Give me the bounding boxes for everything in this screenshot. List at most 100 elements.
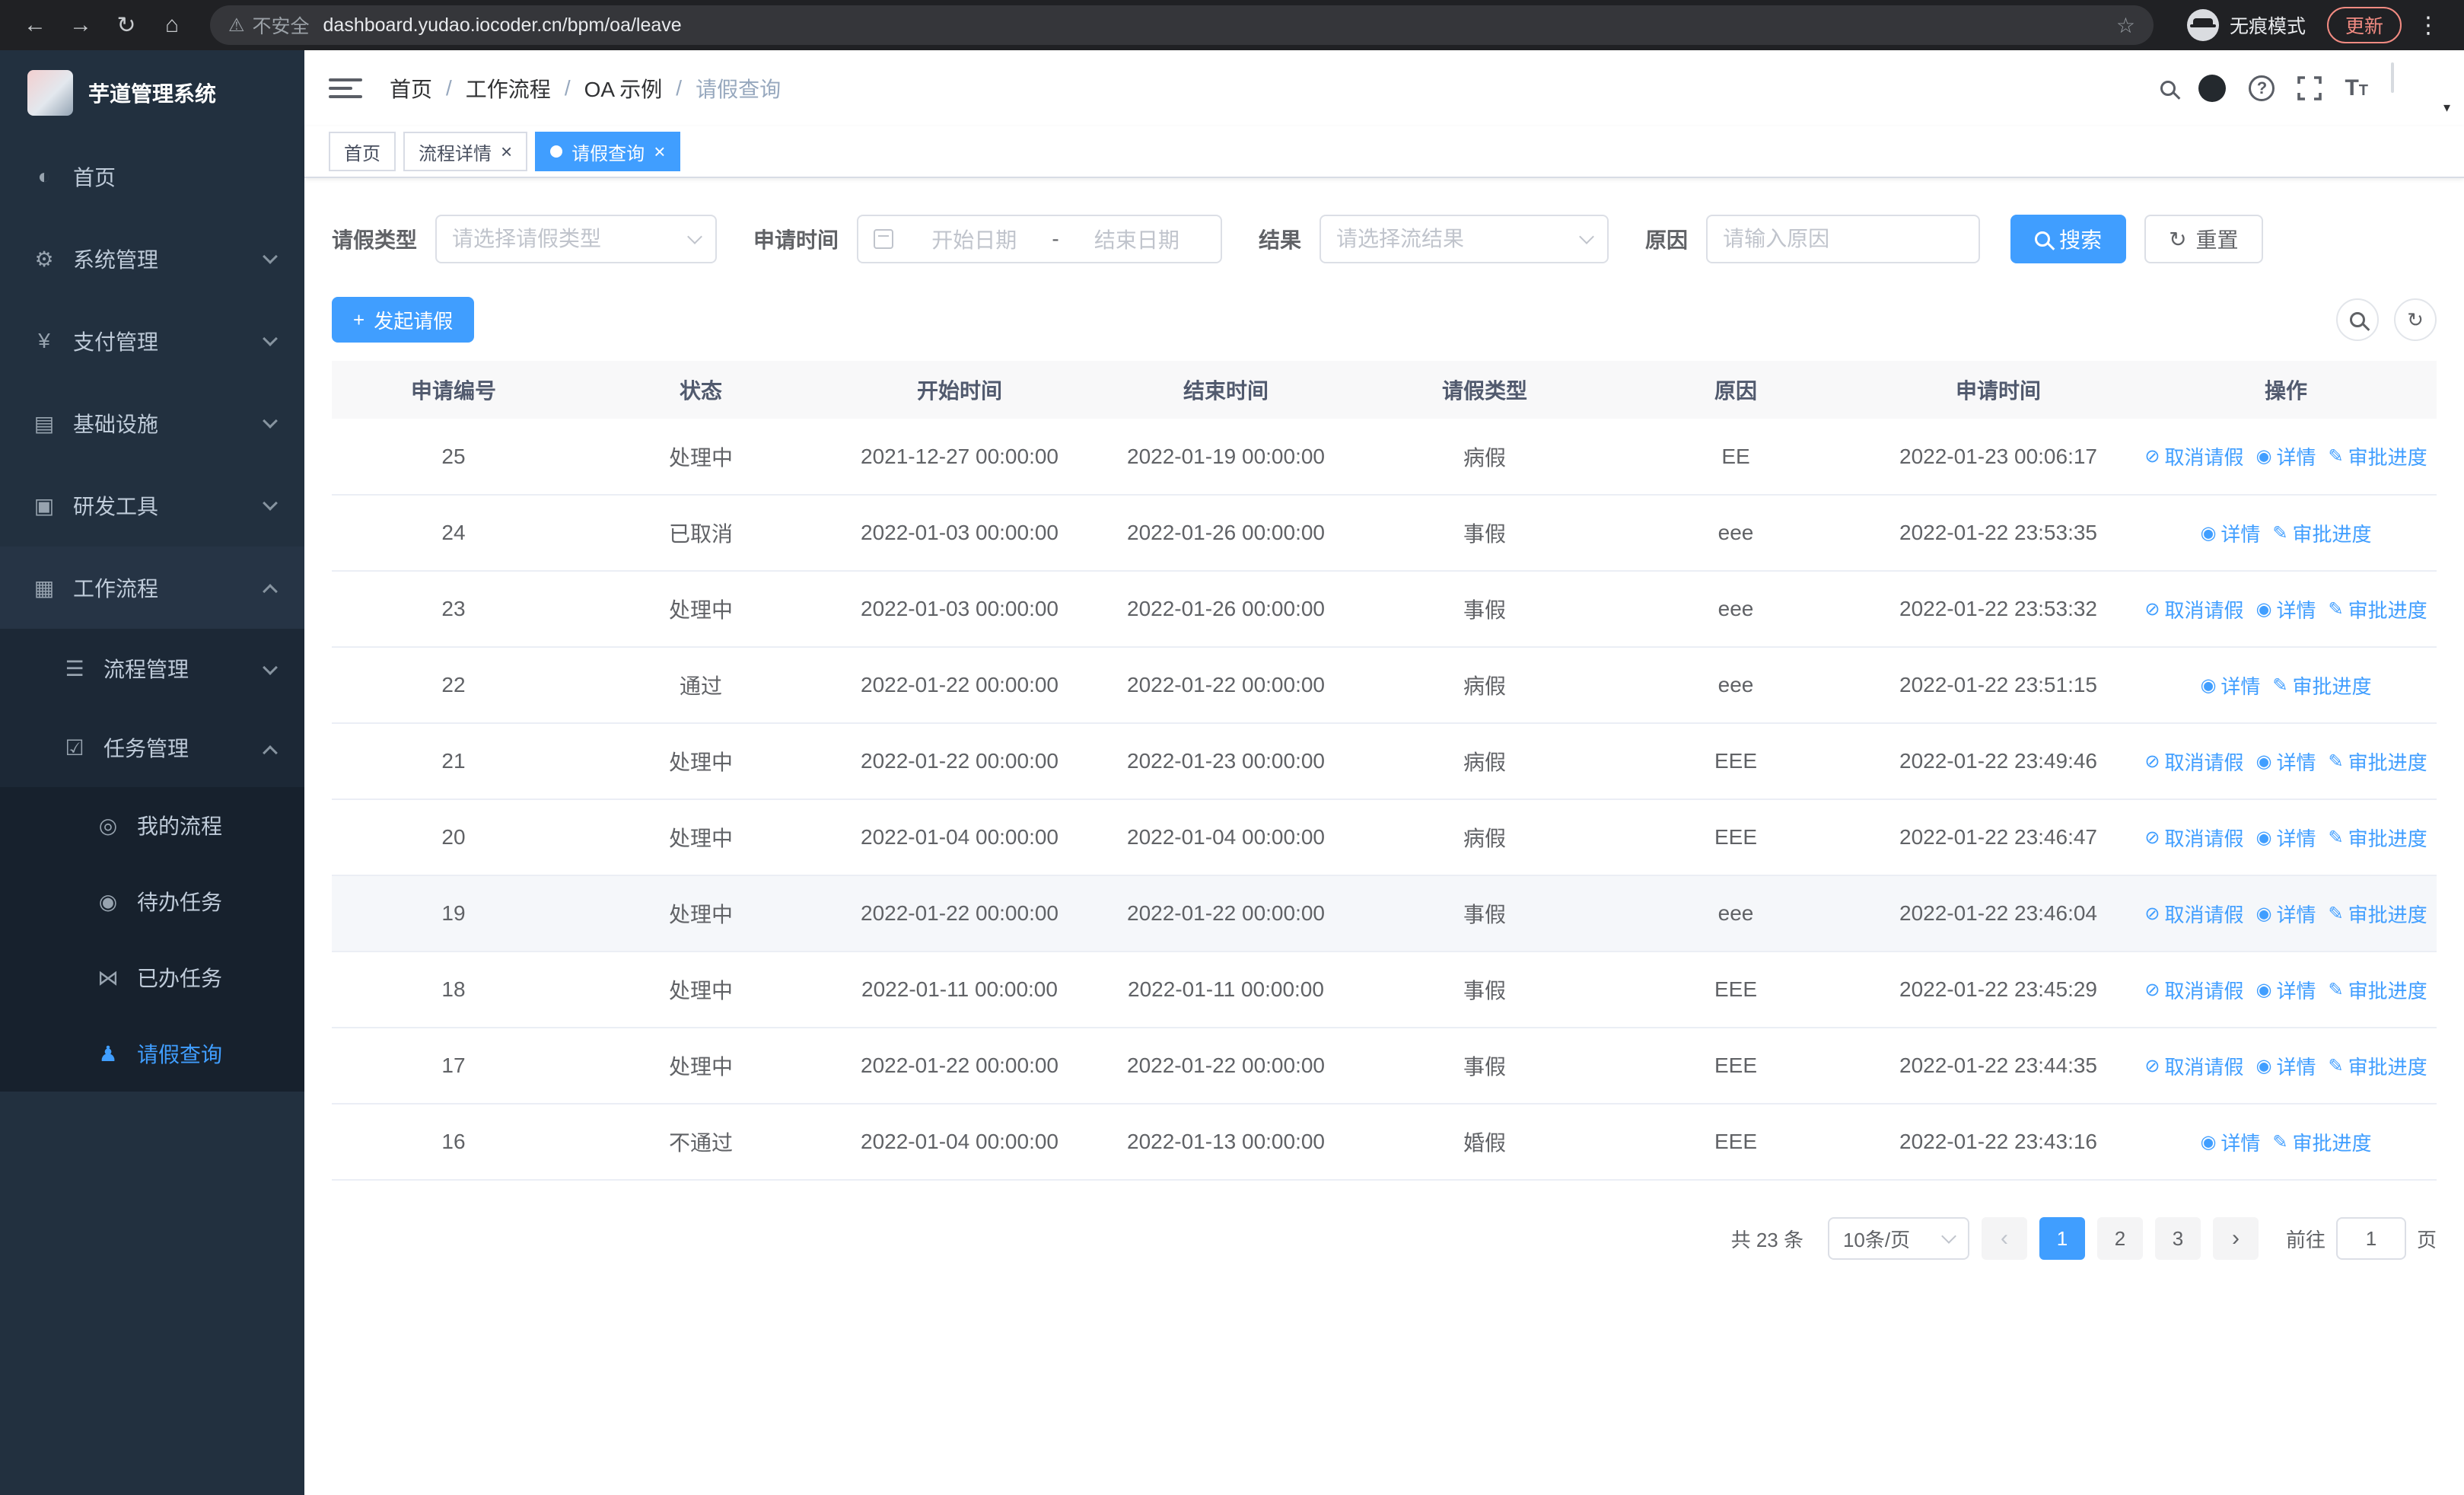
sidebar-item-my-process[interactable]: ◎ 我的流程: [0, 787, 304, 863]
tab-请假查询[interactable]: 请假查询 ×: [535, 132, 681, 171]
back-icon[interactable]: ←: [15, 5, 55, 45]
font-size-icon[interactable]: TT: [2345, 75, 2368, 101]
sidebar-item-leave-query[interactable]: ♟ 请假查询: [0, 1015, 304, 1092]
cancel-icon: ⊘: [2144, 598, 2160, 620]
github-icon[interactable]: [2198, 75, 2227, 102]
result-select[interactable]: [1320, 215, 1609, 263]
breadcrumb-item[interactable]: OA 示例: [584, 73, 663, 104]
cancel-leave-link[interactable]: ⊘ 取消请假: [2144, 976, 2243, 1004]
reason-field[interactable]: [1706, 215, 1981, 263]
approval-progress-link[interactable]: ✎ 审批进度: [2328, 976, 2427, 1004]
breadcrumb-separator: /: [676, 76, 683, 100]
page-button-1[interactable]: 1: [2039, 1217, 2085, 1260]
search-icon[interactable]: [2160, 81, 2176, 96]
page-size-select[interactable]: 10条/页: [1827, 1217, 1969, 1260]
create-leave-button[interactable]: + 发起请假: [332, 297, 475, 343]
approval-progress-link[interactable]: ✎ 审批进度: [2328, 748, 2427, 776]
cancel-leave-link[interactable]: ⊘ 取消请假: [2144, 442, 2243, 470]
sidebar-item-payment-management[interactable]: ¥ 支付管理: [0, 300, 304, 382]
address-bar[interactable]: ⚠ 不安全 dashboard.yudao.iocoder.cn/bpm/oa/…: [210, 5, 2154, 45]
refresh-table-button[interactable]: ↻: [2394, 298, 2437, 341]
sidebar-item-label: 工作流程: [73, 577, 159, 601]
reload-icon[interactable]: ↻: [107, 5, 146, 45]
end-date-placeholder[interactable]: 结束日期: [1068, 224, 1205, 254]
detail-link[interactable]: ◉ 详情: [2256, 900, 2316, 928]
help-icon[interactable]: ?: [2249, 75, 2275, 101]
approval-progress-link[interactable]: ✎ 审批进度: [2328, 824, 2427, 852]
sidebar-item-label: 待办任务: [137, 891, 223, 914]
detail-link[interactable]: ◉ 详情: [2256, 595, 2316, 623]
sidebar-item-todo-tasks[interactable]: ◉ 待办任务: [0, 863, 304, 939]
page-button-2[interactable]: 2: [2096, 1217, 2143, 1260]
cancel-leave-link[interactable]: ⊘ 取消请假: [2144, 824, 2243, 852]
page-button-3[interactable]: 3: [2154, 1217, 2201, 1260]
approval-progress-link[interactable]: ✎ 审批进度: [2328, 1052, 2427, 1080]
action-label: 审批进度: [2292, 522, 2372, 546]
app-logo-link[interactable]: 芋道管理系统: [0, 50, 304, 135]
sidebar-item-process-management[interactable]: ☰ 流程管理: [0, 629, 304, 708]
cancel-leave-link[interactable]: ⊘ 取消请假: [2144, 595, 2243, 623]
approval-progress-link[interactable]: ✎ 审批进度: [2328, 900, 2427, 928]
leave-type-select[interactable]: [435, 215, 718, 263]
leave-type-input[interactable]: [452, 227, 681, 251]
browser-menu-icon[interactable]: ⋮: [2408, 12, 2449, 39]
detail-link[interactable]: ◉ 详情: [2200, 671, 2260, 700]
security-chip[interactable]: ⚠ 不安全: [228, 11, 310, 39]
sidebar-item-task-management[interactable]: ☑ 任务管理: [0, 708, 304, 787]
start-date-placeholder[interactable]: 开始日期: [906, 224, 1043, 254]
goto-page-input[interactable]: [2335, 1217, 2406, 1260]
cancel-leave-link[interactable]: ⊘ 取消请假: [2144, 900, 2243, 928]
browser-update-button[interactable]: 更新: [2326, 7, 2402, 43]
sidebar-item-system-management[interactable]: ⚙ 系统管理: [0, 218, 304, 300]
next-page-button[interactable]: ›: [2212, 1217, 2259, 1260]
tab-流程详情[interactable]: 流程详情 ×: [403, 132, 528, 171]
sidebar-item-workflow[interactable]: ▦ 工作流程: [0, 547, 304, 629]
cancel-leave-link[interactable]: ⊘ 取消请假: [2144, 748, 2243, 776]
approval-progress-link[interactable]: ✎ 审批进度: [2328, 442, 2427, 470]
cancel-leave-link[interactable]: ⊘ 取消请假: [2144, 1052, 2243, 1080]
approval-progress-link[interactable]: ✎ 审批进度: [2272, 671, 2371, 700]
toggle-search-button[interactable]: [2336, 298, 2379, 341]
cell-id: 24: [332, 495, 575, 572]
search-button[interactable]: 搜索: [2010, 215, 2127, 263]
date-range-picker[interactable]: 开始日期 - 结束日期: [857, 215, 1223, 263]
detail-link[interactable]: ◉ 详情: [2256, 442, 2316, 470]
row-actions: ⊘ 取消请假 ◉ 详情 ✎ 审批进度: [2135, 824, 2437, 852]
action-label: 审批进度: [2348, 903, 2427, 926]
close-icon[interactable]: ×: [654, 142, 665, 161]
refresh-icon: ↻: [2169, 227, 2187, 251]
approval-progress-link[interactable]: ✎ 审批进度: [2328, 595, 2427, 623]
detail-link[interactable]: ◉ 详情: [2256, 748, 2316, 776]
sidebar-item-done-tasks[interactable]: ⋈ 已办任务: [0, 939, 304, 1015]
sidebar-item-infrastructure[interactable]: ▤ 基础设施: [0, 382, 304, 464]
cell-status: 处理中: [575, 1028, 826, 1105]
breadcrumb-item[interactable]: 工作流程: [466, 73, 551, 104]
breadcrumb: 首页 / 工作流程 / OA 示例 / 请假查询: [390, 73, 781, 104]
action-label: 取消请假: [2164, 979, 2244, 1003]
forward-icon[interactable]: →: [61, 5, 100, 45]
sidebar-item-home[interactable]: ◐ 首页: [0, 135, 304, 218]
fullscreen-icon[interactable]: [2297, 76, 2322, 100]
tab-首页[interactable]: 首页: [329, 132, 396, 171]
detail-link[interactable]: ◉ 详情: [2200, 519, 2260, 547]
prev-page-button[interactable]: ‹: [1981, 1217, 2027, 1260]
hamburger-icon[interactable]: [329, 78, 362, 98]
bookmark-star-icon[interactable]: ☆: [2116, 13, 2135, 38]
detail-link[interactable]: ◉ 详情: [2200, 1128, 2260, 1156]
reset-button[interactable]: ↻ 重置: [2144, 215, 2263, 263]
action-label: 取消请假: [2164, 903, 2244, 926]
detail-link[interactable]: ◉ 详情: [2256, 976, 2316, 1004]
detail-link[interactable]: ◉ 详情: [2256, 824, 2316, 852]
row-actions: ◉ 详情 ✎ 审批进度: [2135, 519, 2437, 547]
detail-link[interactable]: ◉ 详情: [2256, 1052, 2316, 1080]
approval-progress-link[interactable]: ✎ 审批进度: [2272, 1128, 2371, 1156]
close-icon[interactable]: ×: [501, 142, 512, 161]
approval-progress-link[interactable]: ✎ 审批进度: [2272, 519, 2371, 547]
result-input[interactable]: [1336, 227, 1573, 251]
user-avatar[interactable]: ▾: [2391, 62, 2450, 115]
reason-input[interactable]: [1723, 227, 1964, 251]
plus-icon: +: [353, 308, 365, 331]
sidebar-item-dev-tools[interactable]: ▣ 研发工具: [0, 464, 304, 547]
home-icon[interactable]: ⌂: [152, 5, 192, 45]
breadcrumb-item[interactable]: 首页: [390, 73, 432, 104]
